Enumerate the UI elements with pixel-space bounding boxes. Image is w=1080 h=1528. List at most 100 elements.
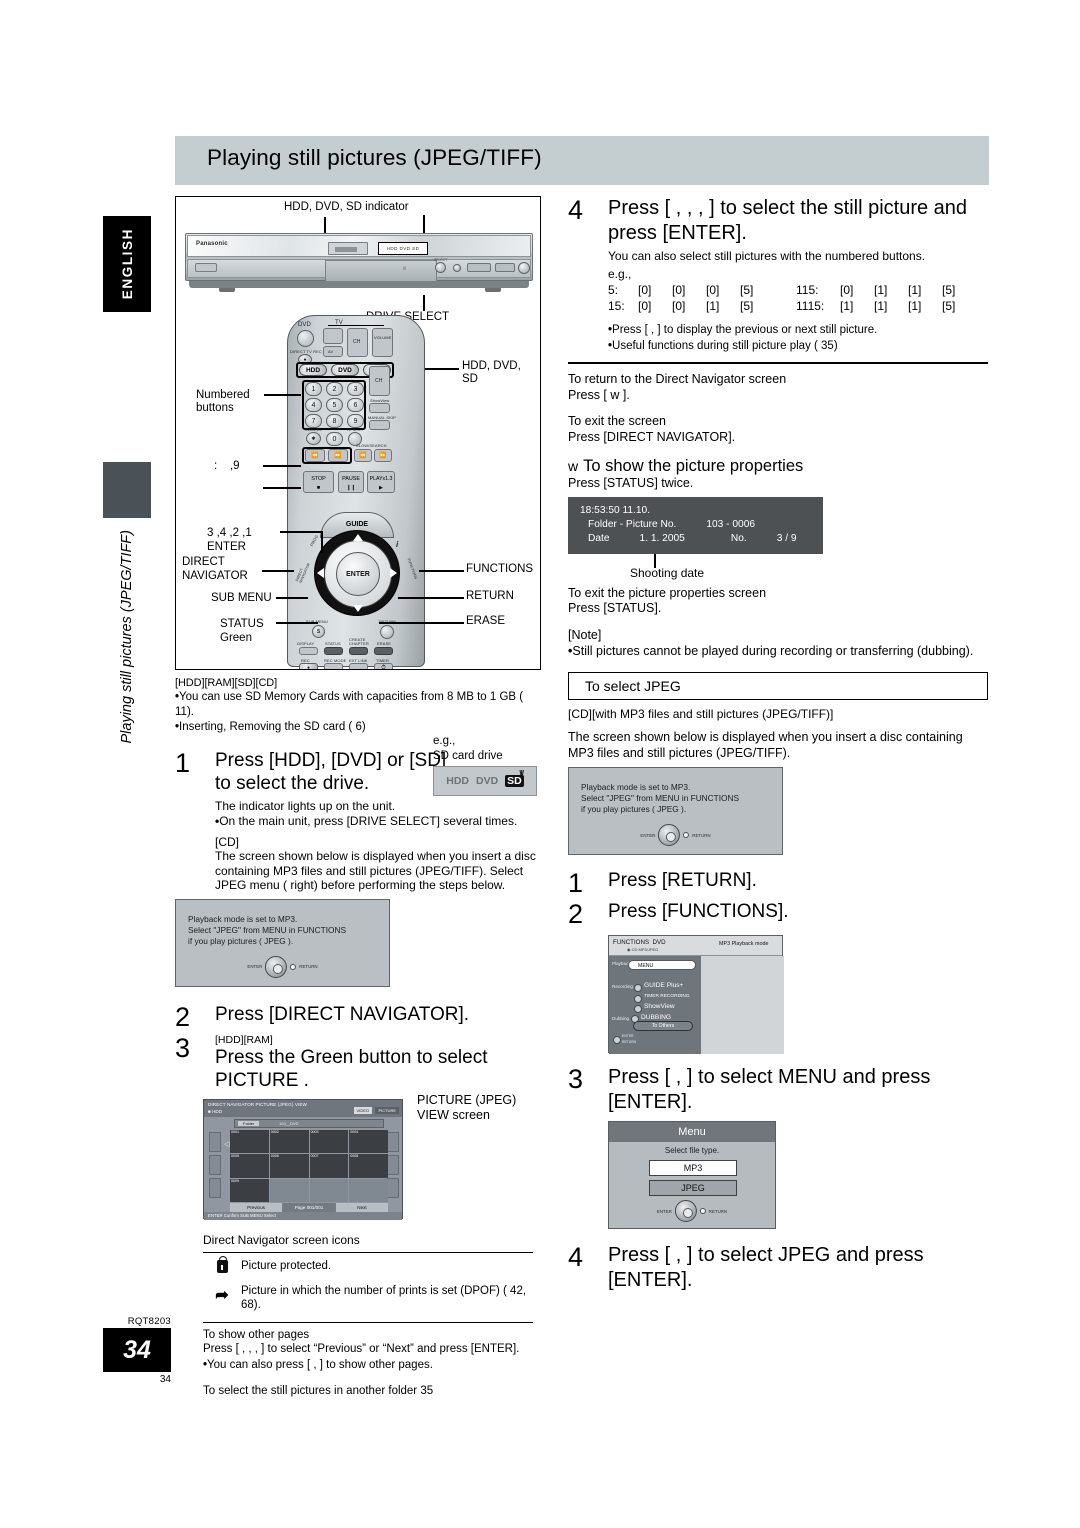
skip-forward-button[interactable]: ⏩ (328, 449, 348, 462)
properties-heading-marker: w (568, 458, 579, 475)
power-button (195, 263, 217, 272)
drive-indicator-display: HDD DVD SD (378, 242, 428, 255)
dn-tab-video[interactable]: VIDEO (353, 1106, 372, 1114)
dn-folder-bar[interactable]: Folder 103__DVD (234, 1118, 384, 1128)
dn-side-pane (387, 1154, 399, 1175)
step-4-body: Press [ , , , ] to select the still pict… (608, 196, 988, 353)
dn-tab-picture[interactable]: PICTURE (375, 1106, 399, 1114)
disc-tray (325, 260, 437, 282)
dn-previous-button[interactable]: Previous (230, 1202, 283, 1212)
display-button[interactable] (299, 647, 318, 655)
jog-dial (518, 262, 530, 274)
dn-thumbnail[interactable]: 0005 (230, 1154, 269, 1178)
fn-guide-item[interactable]: GUIDE Plus+ (644, 982, 683, 989)
sub-menu-button[interactable]: S (312, 625, 325, 638)
status-button[interactable] (324, 647, 343, 655)
num-button-2[interactable]: 2 (326, 382, 343, 396)
dn-thumbnail[interactable]: 0009 (230, 1178, 269, 1202)
fn-menu-item[interactable]: MENU (628, 960, 696, 971)
language-tab-label: ENGLISH (119, 228, 135, 300)
num-button-1[interactable]: 1 (305, 382, 322, 396)
num-button-4[interactable]: 4 (305, 398, 322, 412)
cancel-button[interactable]: ✱ (306, 432, 321, 445)
step-4-number: 4 (568, 195, 584, 225)
cursor-dial[interactable]: ENTER (314, 530, 400, 616)
num-button-5[interactable]: 5 (326, 398, 343, 412)
fn-enter-label: ENTER (622, 1034, 634, 1039)
step-1-number: 1 (175, 747, 191, 778)
return-dot-icon (290, 963, 297, 970)
menu-option-jpeg[interactable]: JPEG (649, 1180, 737, 1197)
ext-link-button[interactable] (349, 663, 368, 669)
dn-thumbnail[interactable]: 0003 (309, 1129, 349, 1154)
menu-option-mp3[interactable]: MP3 (649, 1160, 737, 1177)
num-button-6[interactable]: 6 (347, 398, 364, 412)
cancel-label: CANCEL (305, 427, 322, 432)
remote-hdd-button[interactable]: HDD (299, 364, 327, 376)
dn-thumbnail[interactable]: 0001 (230, 1129, 269, 1154)
timer-button[interactable]: ⏱ (374, 663, 393, 669)
fn-disc-type-label: CD MP3/JPEG (631, 947, 659, 953)
display-label: DISPLAY (297, 641, 315, 646)
legend-text-protected: Picture protected. (241, 1259, 332, 1272)
shooting-date-callout: Shooting date (568, 553, 988, 580)
osd-date-value: 1. 1. 2005 (639, 532, 685, 544)
volume-label: VOLUME (374, 335, 392, 340)
av-label: AV (328, 349, 334, 354)
power-icon (297, 330, 314, 347)
fn-to-others-button[interactable]: To Others (633, 1021, 693, 1032)
osd-folder-value: 103 - 0006 (706, 518, 756, 530)
search-back-button[interactable]: ⏪ (354, 449, 372, 462)
num-button-7[interactable]: 7 (305, 414, 322, 428)
manual-skip-button[interactable] (369, 420, 390, 430)
dn-thumbnail[interactable]: 0002 (269, 1129, 309, 1154)
play-button[interactable]: PLAYx1.3 ▶ (367, 471, 395, 493)
fn-mode: MP3 Playback mode (719, 941, 769, 948)
ex1-k1: [0] (638, 283, 652, 298)
remote-dvd-button[interactable]: DVD (331, 364, 359, 376)
dn-thumbnail[interactable]: 0008 (349, 1154, 388, 1178)
num-button-0[interactable]: 0 (326, 432, 343, 446)
leader-line (276, 597, 308, 599)
unit-foot (485, 288, 501, 292)
rec-button[interactable]: ● (299, 663, 318, 669)
fn-drive-label: DVD (652, 939, 666, 947)
dn-thumbnail[interactable]: 0006 (269, 1154, 309, 1178)
dn-thumbnail[interactable]: 0007 (309, 1154, 349, 1178)
stop-label: STOP (311, 476, 326, 482)
stop-button[interactable]: STOP ■ (303, 471, 334, 493)
return-button[interactable] (380, 625, 394, 639)
properties-exit-heading: To exit the picture properties screen (568, 585, 767, 600)
fn-dubbing-item[interactable]: DUBBING (641, 1014, 671, 1021)
fn-return-label: RETURN (622, 1040, 637, 1045)
callout-return: RETURN (466, 590, 514, 602)
menu-dialog-prompt: Select file type. (664, 1146, 720, 1156)
fn-timer-item[interactable]: TIMER RECORDING (644, 994, 690, 999)
search-forward-button[interactable]: ⏩ (374, 449, 392, 462)
skip-back-button[interactable]: ⏪ (305, 449, 325, 462)
num-button-8[interactable]: 8 (326, 414, 343, 428)
erase-button[interactable] (374, 647, 393, 655)
dn-thumbnail[interactable]: 0004 (349, 1129, 388, 1154)
info-icon: i (396, 540, 399, 549)
note-bullet: •Still pictures cannot be played during … (568, 644, 988, 660)
create-chapter-button[interactable] (349, 647, 368, 655)
rec-mode-button[interactable] (324, 663, 343, 669)
num-button-9[interactable]: 9 (347, 414, 364, 428)
bullet-sd-insert: •Inserting, Removing the SD card ( 6) (175, 720, 545, 735)
enter-button[interactable]: ENTER (336, 552, 380, 596)
dn-side-pane (209, 1131, 221, 1152)
fn-showview-item[interactable]: ShowView (644, 1003, 675, 1010)
step-4-heading: Press [ , , , ] to select the still pict… (608, 197, 968, 244)
showview-button[interactable] (369, 403, 390, 413)
dn-next-button[interactable]: Next (336, 1202, 388, 1212)
jpeg-step-3: 3 Press [ , ] to select MENU and press [… (568, 1065, 988, 1115)
dn-prev-arrow-icon[interactable]: ◁ (224, 1140, 229, 1148)
num-button-3[interactable]: 3 (347, 382, 364, 396)
drive-indicator-chip: HDD DVD SD \|/ (433, 766, 537, 796)
pause-button[interactable]: PAUSE ❙❙ (338, 471, 364, 493)
leader-line (263, 465, 301, 467)
create-chapter-label: CREATE CHAPTER (349, 637, 369, 646)
direct-navigator-screen: DIRECT NAVIGATOR PICTURE (JPEG) VIEW ■ H… (203, 1098, 403, 1220)
dn-thumb-no: 0003 (310, 1129, 319, 1134)
